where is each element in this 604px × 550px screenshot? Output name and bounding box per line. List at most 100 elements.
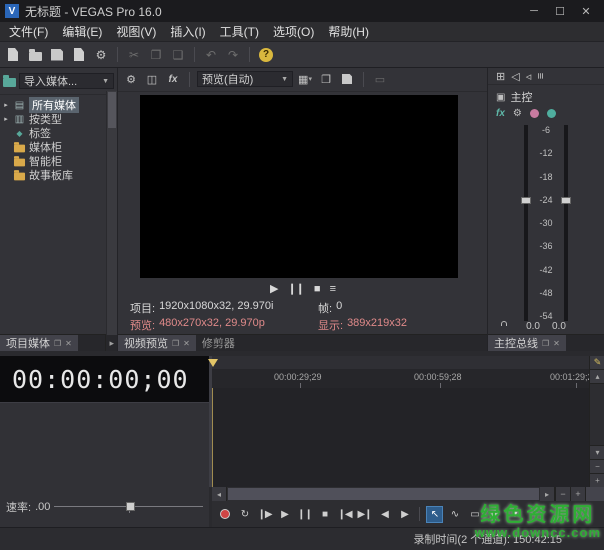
float-window-icon[interactable]: ❐ bbox=[542, 339, 549, 348]
fader-handle-right[interactable] bbox=[561, 197, 571, 204]
preview-play-button[interactable]: ▶ bbox=[270, 282, 277, 295]
tree-item-media-bins[interactable]: 媒体柜 bbox=[0, 140, 117, 154]
interactive-tutorials-button[interactable]: ? bbox=[256, 45, 276, 65]
cut-button[interactable]: ✂ bbox=[124, 45, 144, 65]
import-media-icon[interactable] bbox=[3, 78, 16, 87]
project-video-properties-button[interactable]: ⚙ bbox=[122, 70, 140, 88]
rate-slider-handle[interactable] bbox=[126, 502, 135, 511]
preview-pause-button[interactable]: ❙❙ bbox=[287, 282, 303, 295]
go-to-start-button[interactable]: ❙◀ bbox=[336, 506, 353, 523]
time-ruler[interactable]: 00:00:29;29 00:00:59;28 00:01:29;2 bbox=[212, 369, 589, 389]
scroll-right-button[interactable]: ▸ bbox=[540, 487, 555, 501]
stop-button[interactable]: ■ bbox=[316, 506, 333, 523]
pause-button[interactable]: ❙❙ bbox=[296, 506, 313, 523]
downmix-output-button[interactable]: ◁ bbox=[511, 70, 519, 83]
redo-button[interactable]: ↷ bbox=[223, 45, 243, 65]
import-media-dropdown[interactable]: 导入媒体... ▼ bbox=[19, 73, 114, 89]
preview-options-menu-icon[interactable]: ≡ bbox=[330, 283, 335, 295]
master-checkbox-icon[interactable]: ▣ bbox=[496, 92, 505, 103]
tab-video-preview[interactable]: 视频预览 ❐ ✕ bbox=[118, 335, 196, 351]
hscroll-thumb[interactable] bbox=[228, 488, 539, 500]
menu-view[interactable]: 视图(V) bbox=[109, 23, 163, 40]
video-output-fx-button[interactable]: fx bbox=[164, 70, 182, 88]
menu-tools[interactable]: 工具(T) bbox=[213, 23, 266, 40]
scroll-left-button[interactable]: ◂ bbox=[212, 487, 227, 501]
paste-button[interactable]: ❑ bbox=[168, 45, 188, 65]
copy-snapshot-button[interactable]: ❐ bbox=[317, 70, 335, 88]
split-screen-view-button[interactable]: ◫ bbox=[143, 70, 161, 88]
fader-handle-left[interactable] bbox=[521, 197, 531, 204]
timecode-display[interactable]: 00:00:00;00 bbox=[0, 356, 209, 402]
track-zoom-in-button[interactable]: + bbox=[590, 473, 604, 487]
automation-settings-icon[interactable]: ⚙ bbox=[513, 108, 522, 119]
rate-slider[interactable] bbox=[54, 500, 203, 514]
tree-item-storyboard-bins[interactable]: 故事板库 bbox=[0, 168, 117, 182]
save-project-button[interactable] bbox=[47, 45, 67, 65]
marker-pen-icon[interactable]: ✎ bbox=[590, 356, 604, 370]
media-panel-scrollbar[interactable] bbox=[106, 91, 117, 335]
previous-frame-button[interactable]: ◀ bbox=[376, 506, 393, 523]
fader-track-left[interactable] bbox=[524, 125, 528, 321]
menu-insert[interactable]: 插入(I) bbox=[163, 23, 212, 40]
go-to-end-button[interactable]: ▶❙ bbox=[356, 506, 373, 523]
external-monitor-button[interactable]: ▭ bbox=[371, 70, 389, 88]
maximize-button[interactable]: ☐ bbox=[547, 1, 573, 21]
dim-output-button[interactable]: ◃ bbox=[526, 70, 532, 83]
menu-edit[interactable]: 编辑(E) bbox=[55, 23, 109, 40]
float-window-icon[interactable]: ❐ bbox=[172, 339, 179, 348]
tree-item-smart-bins[interactable]: 智能柜 bbox=[0, 154, 117, 168]
timeline-overview-box[interactable] bbox=[585, 487, 604, 501]
undo-button[interactable]: ↶ bbox=[201, 45, 221, 65]
track-zoom-out-button[interactable]: − bbox=[590, 459, 604, 473]
fader-track-right[interactable] bbox=[564, 125, 568, 321]
zoom-in-button[interactable]: + bbox=[570, 487, 585, 501]
float-window-icon[interactable]: ❐ bbox=[54, 339, 61, 348]
solo-icon[interactable] bbox=[547, 109, 556, 118]
menu-options[interactable]: 选项(O) bbox=[266, 23, 321, 40]
close-tab-icon[interactable]: ✕ bbox=[183, 339, 190, 348]
preview-stop-button[interactable]: ■ bbox=[314, 283, 320, 295]
preferences-button[interactable]: ⚙ bbox=[91, 45, 111, 65]
overlay-grid-button[interactable]: ▦▾ bbox=[296, 70, 314, 88]
minimize-button[interactable]: ─ bbox=[521, 1, 547, 21]
expander-icon[interactable]: ▸ bbox=[2, 101, 10, 109]
tab-trimmer[interactable]: 修剪器 bbox=[196, 335, 241, 351]
play-button[interactable]: ▶ bbox=[276, 506, 293, 523]
save-snapshot-button[interactable] bbox=[338, 70, 356, 88]
hscroll-track[interactable] bbox=[227, 487, 540, 501]
tree-item-by-type[interactable]: ▸ ▥ 按类型 bbox=[0, 112, 117, 126]
tree-item-all-media[interactable]: ▸ ▤ 所有媒体 bbox=[0, 98, 117, 112]
scroll-up-button[interactable]: ▴ bbox=[590, 370, 604, 384]
marker-bar[interactable] bbox=[212, 356, 589, 370]
close-tab-icon[interactable]: ✕ bbox=[65, 339, 72, 348]
tree-item-tags[interactable]: ◆ 标签 bbox=[0, 126, 117, 140]
menu-help[interactable]: 帮助(H) bbox=[321, 23, 376, 40]
next-frame-button[interactable]: ▶ bbox=[396, 506, 413, 523]
mute-icon[interactable] bbox=[530, 109, 539, 118]
close-tab-icon[interactable]: ✕ bbox=[553, 339, 560, 348]
mixer-view-button[interactable]: ≡ bbox=[537, 70, 543, 82]
scroll-down-button[interactable]: ▾ bbox=[590, 445, 604, 459]
tab-master-bus[interactable]: 主控总线 ❐ ✕ bbox=[488, 335, 566, 351]
copy-button[interactable]: ❐ bbox=[146, 45, 166, 65]
timeline-tracks[interactable] bbox=[212, 388, 589, 487]
record-button[interactable] bbox=[216, 506, 233, 523]
track-list[interactable] bbox=[0, 402, 209, 488]
envelope-edit-tool-button[interactable]: ∿ bbox=[446, 506, 463, 523]
play-from-start-button[interactable]: ❙▶ bbox=[256, 506, 273, 523]
master-fx-chain-icon[interactable]: fx bbox=[496, 108, 505, 119]
preview-quality-dropdown[interactable]: 预览(自动) ▼ bbox=[197, 71, 293, 87]
vscroll-track[interactable] bbox=[590, 384, 604, 445]
new-project-button[interactable] bbox=[3, 45, 23, 65]
project-properties-button[interactable] bbox=[69, 45, 89, 65]
loop-playback-button[interactable]: ↻ bbox=[236, 506, 253, 523]
playhead-marker[interactable] bbox=[208, 359, 218, 367]
menu-file[interactable]: 文件(F) bbox=[2, 23, 55, 40]
zoom-out-button[interactable]: − bbox=[555, 487, 570, 501]
tab-scroll-right[interactable]: ▸ bbox=[105, 335, 117, 351]
close-button[interactable]: ✕ bbox=[573, 1, 599, 21]
tab-project-media[interactable]: 项目媒体 ❐ ✕ bbox=[0, 335, 78, 351]
open-project-button[interactable] bbox=[25, 45, 45, 65]
expander-icon[interactable]: ▸ bbox=[2, 115, 10, 123]
insert-bus-button[interactable]: ⊞ bbox=[496, 70, 505, 83]
